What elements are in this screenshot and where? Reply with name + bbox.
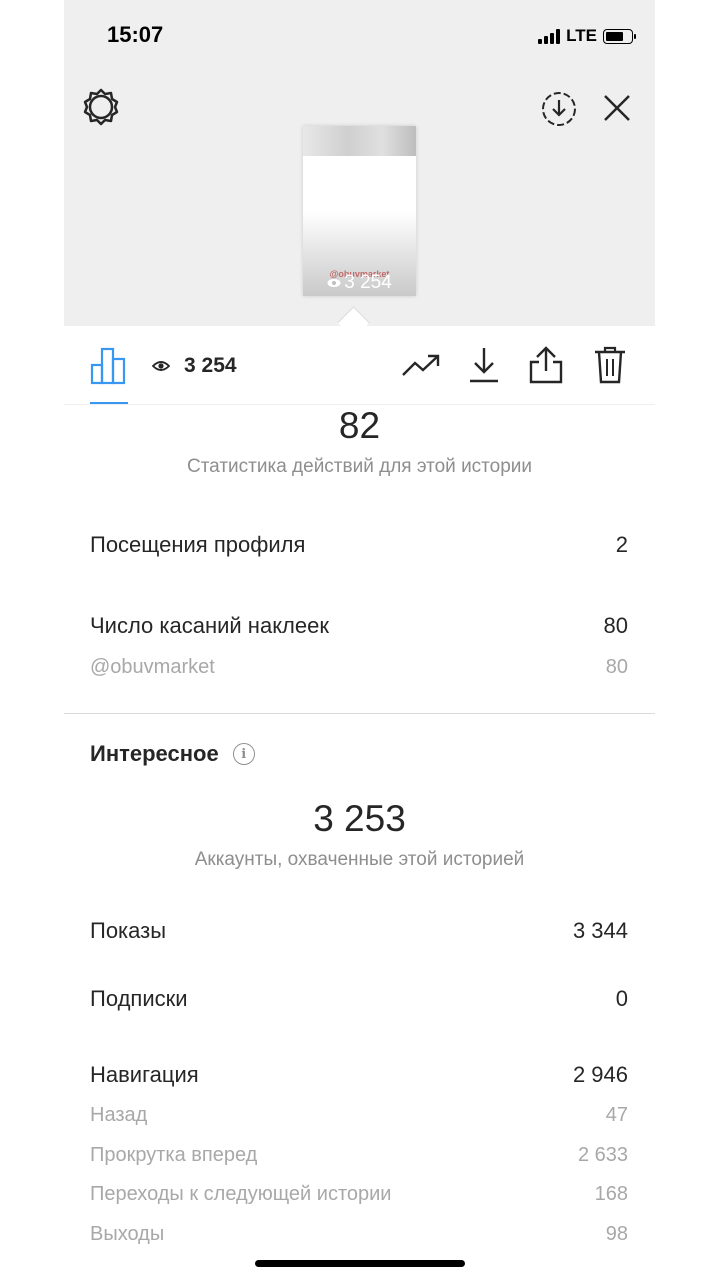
impressions-row: Показы 3 344 (90, 918, 628, 944)
info-icon[interactable]: i (232, 743, 255, 765)
battery-icon (603, 28, 636, 44)
row-value: 2 (615, 532, 628, 557)
story-thumbnail[interactable]: @obuvmarket 3 254 (303, 126, 416, 296)
download-circle-icon[interactable] (538, 88, 580, 130)
bar-chart-icon[interactable] (88, 344, 130, 386)
row-value: 80 (605, 656, 628, 678)
section-divider (64, 713, 655, 714)
save-download-icon[interactable] (464, 344, 504, 386)
row-label: Навигация (90, 1062, 199, 1087)
row-value: 80 (603, 613, 628, 638)
discovery-section-title: Интересное i (90, 741, 255, 767)
profile-visits-row: Посещения профиля 2 (90, 532, 628, 558)
row-value: 98 (605, 1223, 628, 1245)
story-insights-screen: 15:07 LTE @obuvmarket 3 254 3 254 82 Ста… (64, 0, 655, 1280)
row-label: Подписки (90, 986, 188, 1011)
row-label: Переходы к следующей истории (90, 1183, 392, 1205)
row-label: Число касаний наклеек (90, 613, 329, 638)
row-value: 2 946 (572, 1062, 628, 1087)
sticker-mention-row[interactable]: @obuvmarket 80 (90, 656, 628, 679)
story-photo (303, 126, 416, 156)
exits-row: Выходы 98 (90, 1223, 628, 1246)
reach-label: Аккаунты, охваченные этой историей (194, 849, 525, 870)
row-value: 0 (615, 986, 628, 1011)
settings-gear-icon[interactable] (80, 86, 122, 128)
navigation-row: Навигация 2 946 (90, 1062, 628, 1088)
trash-icon[interactable] (590, 344, 630, 386)
sticker-taps-row: Число касаний наклеек 80 (90, 613, 628, 639)
row-label: Прокрутка вперед (90, 1144, 258, 1166)
eye-icon (327, 279, 341, 287)
row-label: Назад (90, 1104, 148, 1126)
views-count: 3 254 (184, 354, 237, 377)
forward-row: Прокрутка вперед 2 633 (90, 1144, 628, 1167)
back-row: Назад 47 (90, 1104, 628, 1127)
actions-total: 82 (338, 405, 381, 446)
follows-row: Подписки 0 (90, 986, 628, 1012)
row-value: 168 (594, 1183, 628, 1205)
row-label: @obuvmarket (90, 656, 215, 678)
actions-label: Статистика действий для этой истории (186, 456, 533, 477)
signal-icon (538, 28, 561, 44)
next-story-row: Переходы к следующей истории 168 (90, 1183, 628, 1206)
discovery-title: Интересное (90, 741, 219, 766)
trend-up-icon[interactable] (400, 344, 442, 386)
home-indicator[interactable] (255, 1260, 465, 1267)
row-label: Показы (90, 918, 167, 943)
story-preview-area: 15:07 LTE @obuvmarket 3 254 (64, 0, 655, 326)
row-value: 47 (605, 1104, 628, 1126)
eye-icon (152, 361, 170, 371)
story-thumbnail-views: 3 254 (303, 272, 416, 294)
story-thumbnail-views-count: 3 254 (344, 272, 392, 293)
close-icon[interactable] (597, 88, 637, 128)
stats-tab-underline (90, 402, 128, 404)
network-type: LTE (566, 26, 597, 45)
share-icon[interactable] (526, 344, 566, 386)
row-value: 2 633 (577, 1144, 628, 1166)
row-value: 3 344 (572, 918, 628, 943)
views-counter[interactable]: 3 254 (152, 354, 237, 378)
status-indicators: LTE (538, 26, 636, 46)
insights-toolbar: 3 254 (64, 326, 655, 405)
reach-total: 3 253 (313, 798, 406, 839)
row-label: Посещения профиля (90, 532, 306, 557)
row-label: Выходы (90, 1223, 165, 1245)
status-time: 15:07 (107, 22, 164, 47)
